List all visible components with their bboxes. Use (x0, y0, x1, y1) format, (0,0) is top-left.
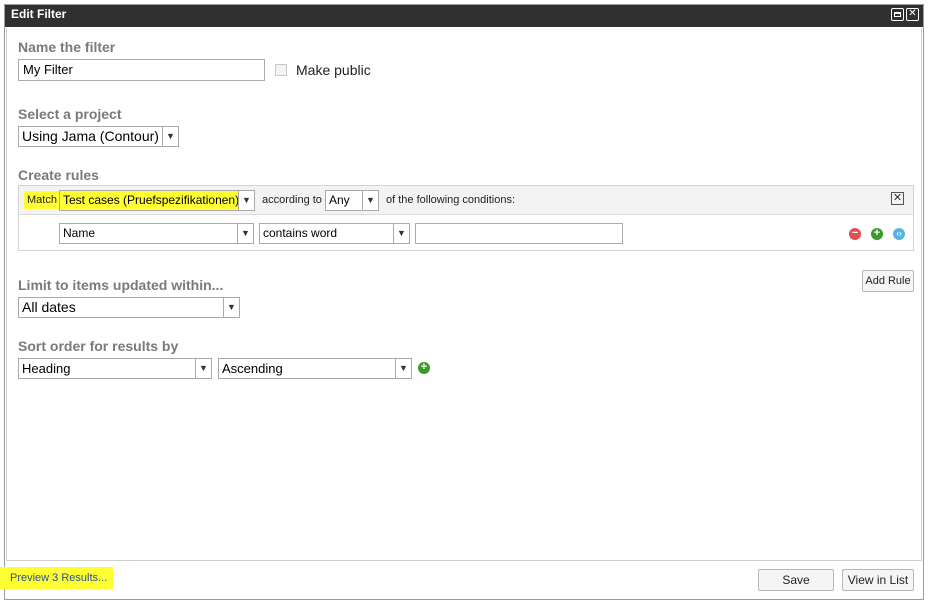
chevron-down-icon: ▼ (393, 224, 409, 243)
any-all-select-value: Any (329, 193, 350, 207)
any-all-select[interactable]: Any ▼ (325, 190, 379, 211)
save-button[interactable]: Save (758, 569, 834, 591)
make-public-label: Make public (296, 62, 371, 78)
chevron-down-icon: ▼ (362, 191, 378, 210)
name-filter-heading: Name the filter (18, 39, 116, 55)
view-in-list-button[interactable]: View in List (842, 569, 914, 591)
select-project-heading: Select a project (18, 106, 122, 122)
rules-box: Match Test cases (Pruefspezifikationen) … (18, 185, 914, 251)
sort-direction-select-value: Ascending (222, 361, 283, 376)
rule-field-select-value: Name (63, 226, 96, 240)
chevron-down-icon: ▼ (162, 127, 178, 146)
chevron-down-icon: ▼ (223, 298, 239, 317)
dialog-footer: Save View in List (5, 561, 923, 599)
chevron-down-icon: ▼ (395, 359, 411, 378)
item-type-select-value: Test cases (Pruefspezifikationen) (63, 193, 240, 207)
date-range-select[interactable]: All dates ▼ (18, 297, 240, 318)
according-to-label: according to (262, 194, 322, 206)
add-condition-icon[interactable]: + (871, 228, 883, 240)
rule-field-select[interactable]: Name ▼ (59, 223, 254, 244)
chevron-down-icon: ▼ (237, 224, 253, 243)
filter-name-input[interactable]: My Filter (18, 59, 265, 81)
remove-rule-icon[interactable]: − (849, 228, 861, 240)
edit-filter-dialog: Edit Filter ✕ Name the filter My Filter … (4, 4, 924, 600)
group-condition-icon[interactable]: ‹› (893, 228, 905, 240)
sort-direction-select[interactable]: Ascending ▼ (218, 358, 412, 379)
dialog-content: Name the filter My Filter Make public Se… (6, 28, 922, 561)
project-select-value: Using Jama (Contour) (22, 128, 159, 144)
title-bar[interactable]: Edit Filter ✕ (5, 5, 923, 27)
conditions-label: of the following conditions: (386, 194, 516, 206)
add-sort-icon[interactable]: + (418, 362, 430, 374)
project-select[interactable]: Using Jama (Contour) ▼ (18, 126, 179, 147)
preview-results-link[interactable]: Preview 3 Results... (0, 567, 114, 589)
item-type-select[interactable]: Test cases (Pruefspezifikationen) ▼ (59, 190, 255, 211)
date-range-select-value: All dates (22, 299, 76, 315)
create-rules-heading: Create rules (18, 167, 99, 183)
limit-items-heading: Limit to items updated within... (18, 277, 224, 293)
rules-header: Match Test cases (Pruefspezifikationen) … (19, 186, 913, 215)
add-rule-button[interactable]: Add Rule (862, 270, 914, 292)
sort-order-heading: Sort order for results by (18, 338, 179, 354)
chevron-down-icon: ▼ (195, 359, 211, 378)
rule-value-input[interactable] (415, 223, 623, 244)
make-public-checkbox[interactable] (275, 64, 287, 76)
rule-operator-select-value: contains word (263, 226, 338, 240)
rule-operator-select[interactable]: contains word ▼ (259, 223, 410, 244)
sort-field-select[interactable]: Heading ▼ (18, 358, 212, 379)
close-icon[interactable]: ✕ (906, 8, 919, 21)
remove-rules-close-icon[interactable]: ✕ (891, 192, 904, 205)
maximize-icon[interactable] (891, 8, 904, 21)
sort-field-select-value: Heading (22, 361, 71, 376)
chevron-down-icon: ▼ (238, 191, 254, 210)
window-title: Edit Filter (11, 7, 67, 21)
